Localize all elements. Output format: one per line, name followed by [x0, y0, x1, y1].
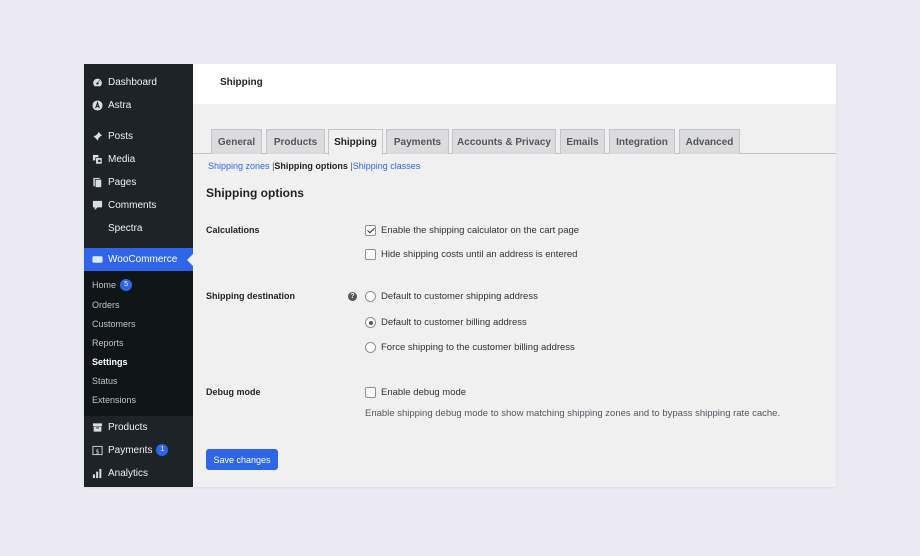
submenu-item-orders[interactable]: Orders	[92, 298, 120, 312]
help-icon[interactable]: ?	[348, 292, 357, 301]
submenu-item-settings[interactable]: Settings	[92, 355, 128, 369]
enable-debug-checkbox[interactable]	[365, 387, 376, 398]
app-window: Dashboard Astra Posts Media Pages Commen…	[84, 64, 836, 487]
sidebar-item-label: Astra	[108, 99, 132, 111]
sidebar-item-media[interactable]: Media	[84, 148, 193, 170]
settings-tabs: General Products Shipping Payments Accou…	[193, 129, 836, 155]
sidebar-item-label: Dashboard	[108, 76, 157, 88]
submenu-item-label: Orders	[92, 300, 120, 310]
option-label: Force shipping to the customer billing a…	[381, 342, 575, 353]
bar-chart-icon	[91, 467, 103, 479]
submenu-item-label: Status	[92, 376, 118, 386]
debug-mode-label: Debug mode	[206, 387, 261, 397]
submenu-item-extensions[interactable]: Extensions	[92, 393, 136, 407]
option-default-billing-address[interactable]: Default to customer billing address	[365, 317, 527, 328]
sidebar-item-spectra[interactable]: Spectra	[84, 217, 193, 239]
submenu-item-label: Home	[92, 280, 117, 290]
tab-integration[interactable]: Integration	[609, 129, 675, 154]
pages-icon	[91, 176, 103, 188]
sidebar-item-label: Posts	[108, 130, 134, 142]
astra-icon	[91, 99, 103, 111]
option-label: Enable debug mode	[381, 387, 467, 398]
sidebar-item-label: Comments	[108, 199, 157, 211]
woocommerce-submenu: Home 5 Orders Customers Reports Settings…	[84, 271, 193, 416]
option-enable-debug[interactable]: Enable debug mode	[365, 387, 466, 398]
tab-shipping[interactable]: Shipping	[328, 129, 383, 155]
section-sublinks: Shipping zones |Shipping options |Shippi…	[208, 161, 420, 171]
comments-icon	[91, 199, 103, 211]
sidebar-item-label: WooCommerce	[108, 254, 178, 265]
submenu-item-label: Customers	[92, 319, 136, 329]
tab-emails[interactable]: Emails	[560, 129, 605, 154]
option-label: Enable the shipping calculator on the ca…	[381, 225, 580, 236]
option-label: Default to customer billing address	[381, 317, 527, 328]
sidebar-item-label: Media	[108, 153, 136, 165]
dashboard-icon	[91, 76, 103, 88]
sidebar-item-analytics[interactable]: Analytics	[84, 462, 193, 484]
option-label: Hide shipping costs until an address is …	[381, 249, 578, 260]
current-menu-arrow	[187, 254, 193, 266]
tab-general[interactable]: General	[211, 129, 262, 154]
sidebar-item-astra[interactable]: Astra	[84, 94, 193, 116]
option-hide-costs[interactable]: Hide shipping costs until an address is …	[365, 249, 577, 260]
svg-text:$: $	[95, 447, 99, 455]
sidebar-item-label: Analytics	[108, 467, 149, 479]
submenu-item-label: Settings	[92, 357, 128, 367]
pin-icon	[91, 130, 103, 142]
sidebar-item-dashboard[interactable]: Dashboard	[84, 71, 193, 93]
option-default-shipping-address[interactable]: Default to customer shipping address	[365, 291, 538, 302]
default-shipping-radio[interactable]	[365, 291, 376, 302]
home-count-badge: 5	[120, 279, 133, 291]
default-billing-radio[interactable]	[365, 317, 376, 328]
submenu-item-label: Reports	[92, 338, 124, 348]
submenu-item-status[interactable]: Status	[92, 374, 118, 388]
debug-description: Enable shipping debug mode to show match…	[365, 408, 781, 419]
sidebar-item-payments[interactable]: $ Payments 1	[84, 439, 193, 461]
sidebar-item-label: Pages	[108, 176, 137, 188]
hide-costs-checkbox[interactable]	[365, 249, 376, 260]
payments-count-badge: 1	[156, 444, 169, 456]
option-label: Default to customer shipping address	[381, 291, 538, 302]
link-shipping-classes[interactable]: Shipping classes	[353, 161, 421, 171]
tab-advanced[interactable]: Advanced	[679, 129, 740, 154]
submenu-item-reports[interactable]: Reports	[92, 336, 124, 350]
save-changes-button[interactable]: Save changes	[206, 449, 278, 470]
tab-products[interactable]: Products	[266, 129, 325, 154]
submenu-item-home[interactable]: Home 5	[92, 278, 133, 292]
submenu-item-customers[interactable]: Customers	[92, 317, 136, 331]
archive-icon	[91, 421, 103, 433]
sidebar-item-label: Products	[108, 421, 148, 433]
enable-calculator-checkbox[interactable]	[365, 225, 376, 236]
link-shipping-options: Shipping options	[274, 161, 348, 171]
admin-sidebar: Dashboard Astra Posts Media Pages Commen…	[84, 64, 193, 487]
sidebar-item-woocommerce[interactable]: WooCommerce	[84, 248, 193, 271]
submenu-item-label: Extensions	[92, 395, 137, 405]
section-title: Shipping options	[206, 186, 304, 200]
media-icon	[91, 153, 103, 165]
calculations-label: Calculations	[206, 225, 260, 235]
sidebar-item-label: Spectra	[108, 222, 143, 234]
link-shipping-zones[interactable]: Shipping zones	[208, 161, 270, 171]
tab-payments[interactable]: Payments	[386, 129, 449, 154]
dollar-icon: $	[91, 444, 103, 456]
option-enable-calculator[interactable]: Enable the shipping calculator on the ca…	[365, 225, 579, 236]
option-force-billing-address[interactable]: Force shipping to the customer billing a…	[365, 342, 575, 353]
page-header: Shipping	[193, 64, 836, 104]
force-billing-radio[interactable]	[365, 342, 376, 353]
tab-accounts-privacy[interactable]: Accounts & Privacy	[452, 129, 556, 154]
sidebar-item-products[interactable]: Products	[84, 416, 193, 438]
sidebar-item-label: Payments	[108, 444, 153, 456]
sidebar-item-posts[interactable]: Posts	[84, 125, 193, 147]
sidebar-item-comments[interactable]: Comments	[84, 194, 193, 216]
woo-icon	[91, 254, 103, 266]
page-title: Shipping	[220, 77, 263, 88]
sidebar-item-pages[interactable]: Pages	[84, 171, 193, 193]
shipping-destination-label: Shipping destination	[206, 291, 295, 301]
